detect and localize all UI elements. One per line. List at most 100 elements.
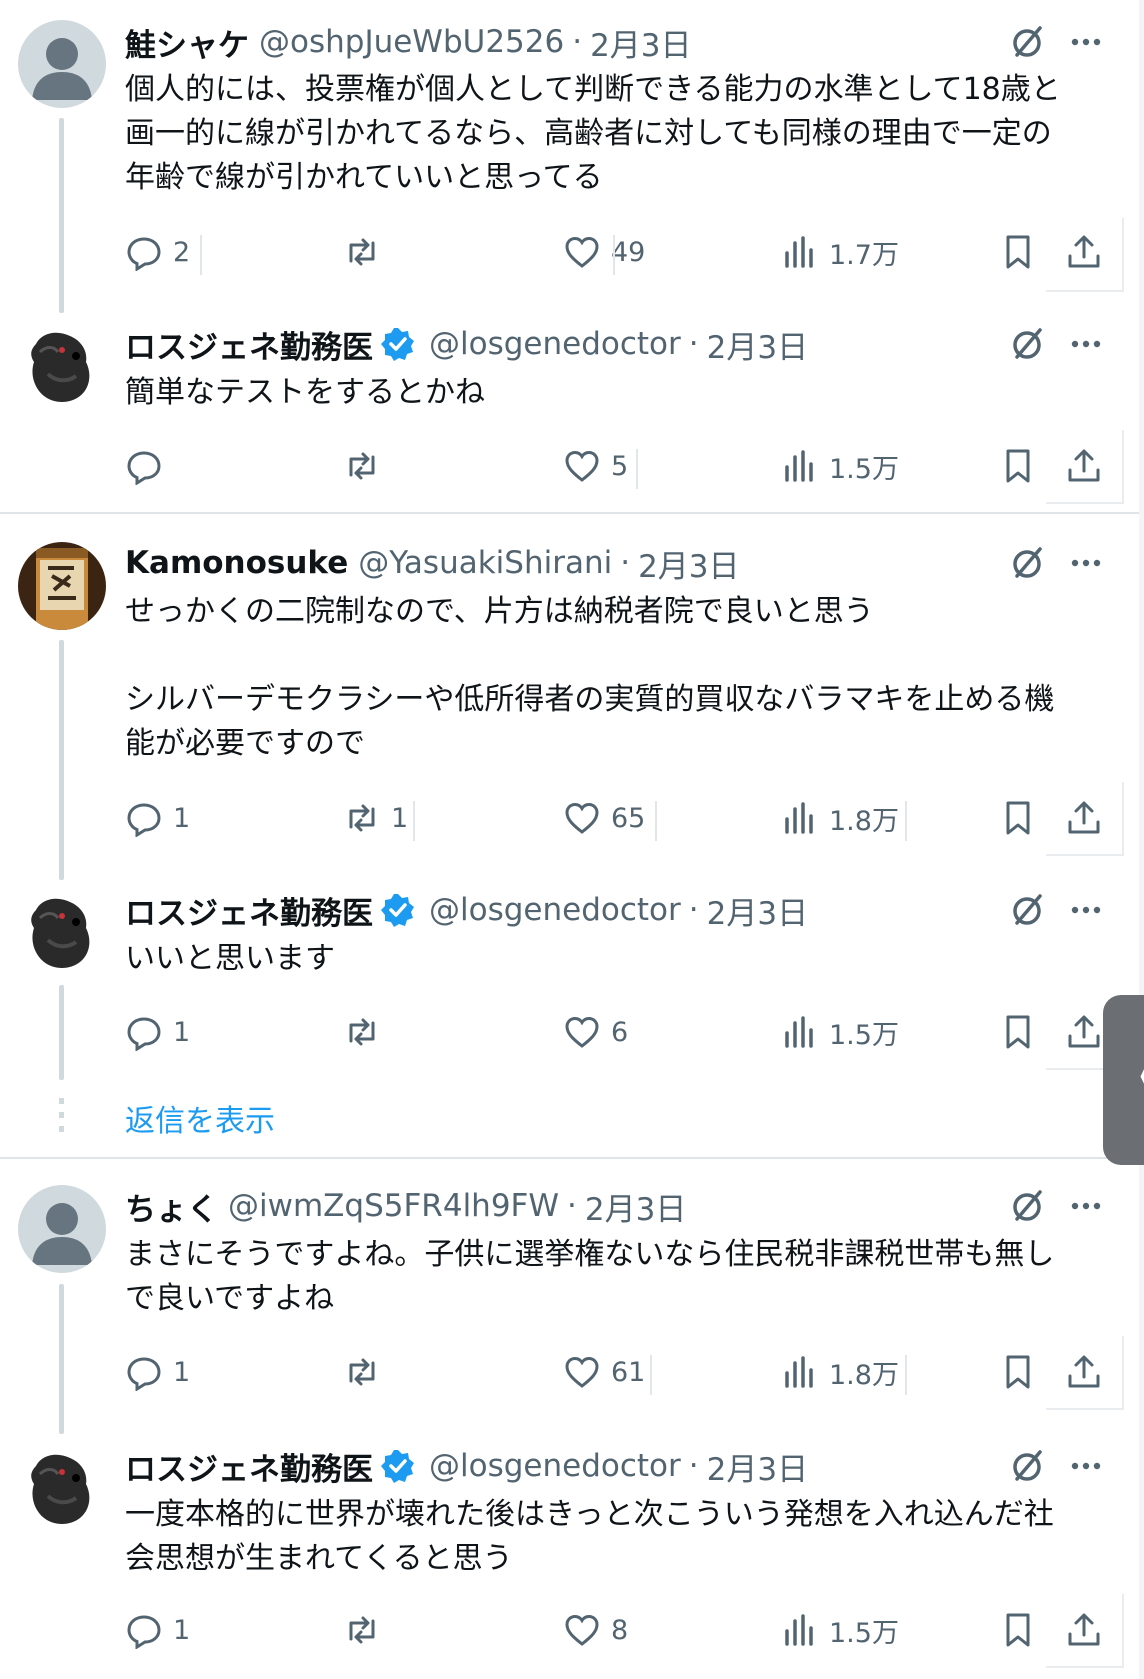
like-count: 49: [611, 236, 646, 268]
more-icon[interactable]: [1066, 1186, 1106, 1226]
bookmark-button[interactable]: [999, 1007, 1037, 1057]
bookmark-button[interactable]: [999, 1347, 1037, 1397]
post-date[interactable]: 2月3日: [707, 324, 808, 365]
author-handle[interactable]: @losgenedoctor: [429, 892, 681, 928]
bookmark-button[interactable]: [999, 227, 1037, 277]
retweet-button[interactable]: 1: [343, 793, 408, 843]
retweet-button[interactable]: [343, 1347, 381, 1397]
reply-button[interactable]: 1: [125, 1007, 190, 1057]
bookmark-button[interactable]: [999, 1605, 1037, 1655]
views-button[interactable]: 1.5万: [781, 1605, 899, 1655]
author-name[interactable]: ちょく: [125, 1186, 218, 1227]
post-date[interactable]: 2月3日: [585, 1186, 686, 1227]
post-text-line: 能が必要ですので: [125, 726, 365, 761]
views-button[interactable]: 1.7万: [781, 227, 899, 277]
post-date[interactable]: 2月3日: [707, 1446, 808, 1487]
author-handle[interactable]: @losgenedoctor: [429, 1448, 681, 1484]
show-replies-link[interactable]: 返信を表示: [125, 1096, 275, 1140]
views-button[interactable]: 1.8万: [781, 793, 899, 843]
author-name[interactable]: ロスジェネ勤務医: [125, 1446, 373, 1487]
avatar[interactable]: [18, 542, 106, 630]
more-icon[interactable]: [1066, 324, 1106, 364]
views-button[interactable]: 1.8万: [781, 1347, 899, 1397]
grok-icon[interactable]: [1007, 324, 1047, 364]
dog-avatar-icon: [18, 322, 106, 410]
grok-icon[interactable]: [1007, 22, 1047, 62]
reply-count: 1: [173, 802, 191, 834]
avatar[interactable]: [18, 888, 106, 976]
views-button[interactable]: 1.5万: [781, 441, 899, 491]
avatar[interactable]: [18, 1444, 106, 1532]
thread-line: [59, 640, 64, 880]
view-count: 1.8万: [829, 805, 899, 837]
post-text-line: 画一的に線が引かれてるなら、高齢者に対しても同様の理由で一定の: [125, 116, 1052, 151]
author-handle[interactable]: @YasuakiShirani: [358, 545, 612, 581]
grok-icon[interactable]: [1007, 1186, 1047, 1226]
author-handle[interactable]: @oshpJueWbU2526: [259, 24, 564, 60]
like-button[interactable]: 5: [563, 441, 628, 491]
more-icon[interactable]: [1066, 890, 1106, 930]
avatar[interactable]: [18, 1185, 106, 1273]
post-text: せっかくの二院制なので、片方は納税者院で良いと思う シルバーデモクラシーや低所得…: [125, 590, 1105, 766]
bookmark-icon: [1006, 449, 1030, 483]
reply-button[interactable]: 1: [125, 793, 190, 843]
action-bar: 5 1.5万: [125, 441, 1125, 491]
thread-line: [59, 118, 64, 313]
reply-count: 1: [173, 1614, 191, 1646]
grok-icon[interactable]: [1007, 543, 1047, 583]
like-count: 6: [611, 1016, 629, 1048]
retweet-button[interactable]: [343, 1605, 381, 1655]
view-count: 1.5万: [829, 1019, 899, 1051]
like-button[interactable]: 8: [563, 1605, 628, 1655]
like-button[interactable]: 61: [563, 1347, 645, 1397]
side-panel-handle[interactable]: 《: [1103, 995, 1144, 1165]
reply-button[interactable]: 1: [125, 1347, 190, 1397]
author-name[interactable]: Kamonosuke: [125, 545, 348, 581]
retweet-button[interactable]: [343, 1007, 381, 1057]
default-avatar-icon: [18, 20, 106, 108]
reply-icon: [127, 1615, 161, 1649]
views-icon: [785, 236, 813, 268]
avatar[interactable]: [18, 20, 106, 108]
author-name[interactable]: 鮭シャケ: [125, 22, 249, 63]
count-divider: [655, 801, 657, 841]
verified-badge-icon: [381, 328, 414, 361]
bookmark-button[interactable]: [999, 793, 1037, 843]
bookmark-button[interactable]: [999, 441, 1037, 491]
scroll-edge: [1139, 0, 1144, 1679]
post-date[interactable]: 2月3日: [707, 890, 808, 931]
retweet-button[interactable]: [343, 227, 381, 277]
verified-badge-icon: [381, 894, 414, 927]
grok-icon[interactable]: [1007, 1446, 1047, 1486]
avatar[interactable]: [18, 322, 106, 410]
author-handle[interactable]: @losgenedoctor: [429, 326, 681, 362]
count-divider: [650, 1355, 652, 1395]
action-bar: 1 8 1.5万: [125, 1605, 1125, 1655]
reply-button[interactable]: [125, 441, 163, 491]
like-button[interactable]: 65: [563, 793, 645, 843]
separator-dot: ·: [688, 326, 699, 362]
retweet-button[interactable]: [343, 441, 381, 491]
retweet-icon: [349, 804, 375, 832]
like-button[interactable]: 49: [563, 227, 645, 277]
reply-icon: [127, 1357, 161, 1391]
author-handle[interactable]: @iwmZqS5FR4lh9FW: [228, 1188, 559, 1224]
views-button[interactable]: 1.5万: [781, 1007, 899, 1057]
post-date[interactable]: 2月3日: [590, 22, 691, 63]
more-icon[interactable]: [1066, 543, 1106, 583]
reply-button[interactable]: 2: [125, 227, 190, 277]
post-text-line: 簡単なテストをするとかね: [125, 375, 485, 410]
separator-dot: ·: [572, 24, 583, 60]
grok-icon[interactable]: [1007, 890, 1047, 930]
like-button[interactable]: 6: [563, 1007, 628, 1057]
reply-button[interactable]: 1: [125, 1605, 190, 1655]
more-icon[interactable]: [1066, 1446, 1106, 1486]
post-text-line: まさにそうですよね。子供に選挙権ないなら住民税非課税世帯も無し: [125, 1237, 1055, 1272]
view-count: 1.7万: [829, 239, 899, 271]
author-name[interactable]: ロスジェネ勤務医: [125, 324, 373, 365]
post-date[interactable]: 2月3日: [638, 543, 739, 584]
author-name[interactable]: ロスジェネ勤務医: [125, 890, 373, 931]
post-text-line: 個人的には、投票権が個人として判断できる能力の水準として18歳と: [125, 72, 1061, 107]
more-icon[interactable]: [1066, 22, 1106, 62]
thread-line: [59, 985, 64, 1080]
